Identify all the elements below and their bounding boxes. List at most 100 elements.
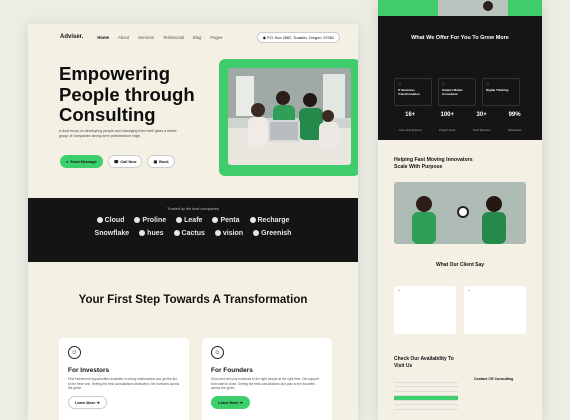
service-card[interactable]: ▢ IT Business Transformation bbox=[394, 78, 432, 106]
learn-more-button[interactable]: Learn More ➜ bbox=[211, 395, 250, 409]
nav-blog[interactable]: Blog bbox=[193, 35, 201, 40]
cloud-icon bbox=[96, 217, 103, 223]
stat-item: 16+ Years of Experience bbox=[399, 112, 422, 136]
stat-value: 16+ bbox=[405, 112, 416, 118]
service-icon: ▢ bbox=[486, 82, 489, 86]
top-image-strip bbox=[378, 0, 542, 16]
brand-name: Leafe bbox=[184, 217, 203, 224]
learn-more-label: Learn More bbox=[75, 400, 96, 405]
brand-logo: Proline bbox=[134, 217, 166, 224]
stat-value: 99% bbox=[508, 112, 521, 118]
brand-name: Snowflake bbox=[94, 230, 130, 237]
stat-label: Projects Done bbox=[439, 129, 456, 132]
card-text: Grow and sell your business to the right… bbox=[211, 377, 319, 391]
trusted-title: Trusted by the best companies bbox=[167, 207, 219, 211]
stats-row: 16+ Years of Experience 100+ Projects Done… bbox=[378, 112, 542, 136]
contact-title: Contact CR Consulting bbox=[474, 377, 514, 381]
nav-page-label: Page bbox=[210, 34, 221, 40]
brand-logo: Cactus bbox=[173, 230, 205, 237]
brand-logo: Penta bbox=[212, 217, 240, 224]
leaf-icon bbox=[176, 217, 183, 223]
card-title: For Investors bbox=[68, 367, 110, 374]
client-title: What Our Client Say bbox=[435, 262, 485, 268]
brand-logo: hues bbox=[139, 230, 164, 237]
top-photo bbox=[378, 0, 542, 16]
stat-item: 100+ Projects Done bbox=[439, 112, 455, 136]
hero-title: Empowering People through Consulting bbox=[59, 63, 195, 125]
call-now-button[interactable]: ☎ Call Now bbox=[107, 155, 143, 168]
person-icon: ☺ bbox=[211, 346, 224, 359]
stat-item: 30+ Team Members bbox=[473, 112, 491, 136]
person-icon: ☺ bbox=[68, 346, 81, 359]
brand-name: Penta bbox=[220, 217, 240, 224]
nav-testimonial[interactable]: Testimonial bbox=[163, 35, 184, 40]
address-pill[interactable]: ◉ P.O. Box 2882, Tualatin, Oregon, 97062 bbox=[256, 31, 340, 43]
card-text: Find investment opportunities available … bbox=[68, 377, 180, 391]
stat-item: 99% Satisfaction bbox=[508, 112, 521, 136]
stat-label: Team Members bbox=[472, 129, 491, 132]
send-message-label: Send Message bbox=[70, 159, 97, 164]
cactus-icon bbox=[173, 230, 180, 236]
brand-logo: vision bbox=[214, 230, 244, 237]
arrow-right-icon: ➜ bbox=[239, 400, 243, 405]
quote-icon: ❝ bbox=[468, 289, 470, 293]
service-card[interactable]: ▢ Digital Thinking bbox=[482, 78, 520, 106]
nav-page[interactable]: Page▾ bbox=[210, 35, 222, 40]
availability-table bbox=[394, 378, 458, 410]
greenish-icon bbox=[253, 230, 260, 236]
team-photo bbox=[228, 68, 351, 165]
nav-links: Home About Services Testimonial Blog Pag… bbox=[97, 35, 222, 40]
service-title: Subject Matter Consultant bbox=[442, 88, 463, 96]
brand-logo: Cloud bbox=[96, 217, 125, 224]
service-title: Digital Thinking bbox=[486, 88, 509, 92]
hero-subtitle: A dual focus on developing people and ma… bbox=[59, 129, 177, 138]
offer-section: What We Offer For You To Grow More ▢ IT B… bbox=[378, 16, 542, 140]
address-text: P.O. Box 2882, Tualatin, Oregon, 97062 bbox=[266, 35, 334, 40]
availability-title: Check Our Availability To Visit Us bbox=[394, 356, 454, 369]
hero-image-frame bbox=[219, 59, 358, 176]
video-thumbnail[interactable] bbox=[394, 182, 526, 244]
stat-label: Years of Experience bbox=[398, 129, 422, 132]
service-card[interactable]: ▢ Subject Matter Consultant bbox=[438, 78, 476, 106]
learn-more-button[interactable]: Learn More ➜ bbox=[68, 395, 107, 409]
brand-row-1: Cloud Proline Leafe Penta Recharge bbox=[28, 217, 358, 224]
brand-name: Cloud bbox=[104, 217, 125, 224]
service-icon: ▢ bbox=[442, 82, 445, 86]
quote-icon: ❝ bbox=[398, 289, 400, 293]
recharge-icon bbox=[249, 217, 256, 223]
main-page-mockup: Adviser. Home About Services Testimonial… bbox=[28, 24, 358, 420]
brand-logo: Leafe bbox=[176, 217, 202, 224]
brand-row-2: Snowflake hues Cactus vision Greenish bbox=[28, 230, 358, 237]
call-now-label: Call Now bbox=[120, 159, 137, 164]
service-title: IT Business Transformation bbox=[398, 88, 420, 96]
table-row bbox=[394, 405, 458, 410]
brand-logo: Greenish bbox=[253, 230, 291, 237]
logo[interactable]: Adviser. bbox=[60, 34, 83, 40]
book-button[interactable]: ▣ Book bbox=[147, 155, 175, 168]
card-title: For Founders bbox=[211, 367, 253, 374]
secondary-page-mockup: What We Offer For You To Grow More ▢ IT B… bbox=[378, 0, 542, 420]
offer-title: What We Offer For You To Grow More bbox=[411, 35, 509, 41]
brand-name: Proline bbox=[142, 217, 167, 224]
book-label: Book bbox=[159, 159, 169, 164]
brand-name: Greenish bbox=[261, 230, 292, 237]
testimonial-card: ❝ bbox=[464, 286, 526, 334]
brand-name: vision bbox=[222, 230, 244, 237]
bolt-icon bbox=[134, 217, 141, 223]
nav-home[interactable]: Home bbox=[97, 35, 109, 40]
send-message-button[interactable]: ● Send Message bbox=[60, 155, 103, 168]
investors-card: ☺ For Investors Find investment opportun… bbox=[59, 338, 189, 420]
help-title: Helping Fast Moving Innovators Scale Wit… bbox=[394, 157, 473, 170]
stat-label: Satisfaction bbox=[507, 129, 522, 132]
vision-icon bbox=[214, 230, 221, 236]
nav-services[interactable]: Services bbox=[138, 35, 154, 40]
service-icon: ▢ bbox=[398, 82, 401, 86]
top-nav: Adviser. Home About Services Testimonial… bbox=[28, 24, 358, 50]
learn-more-label: Learn More bbox=[218, 400, 239, 405]
penta-icon bbox=[212, 217, 219, 223]
stat-value: 30+ bbox=[476, 112, 487, 118]
nav-about[interactable]: About bbox=[118, 35, 129, 40]
hero-buttons: ● Send Message ☎ Call Now ▣ Book bbox=[60, 155, 175, 168]
brand-logo: Snowflake bbox=[95, 230, 130, 237]
stat-value: 100+ bbox=[440, 112, 454, 118]
